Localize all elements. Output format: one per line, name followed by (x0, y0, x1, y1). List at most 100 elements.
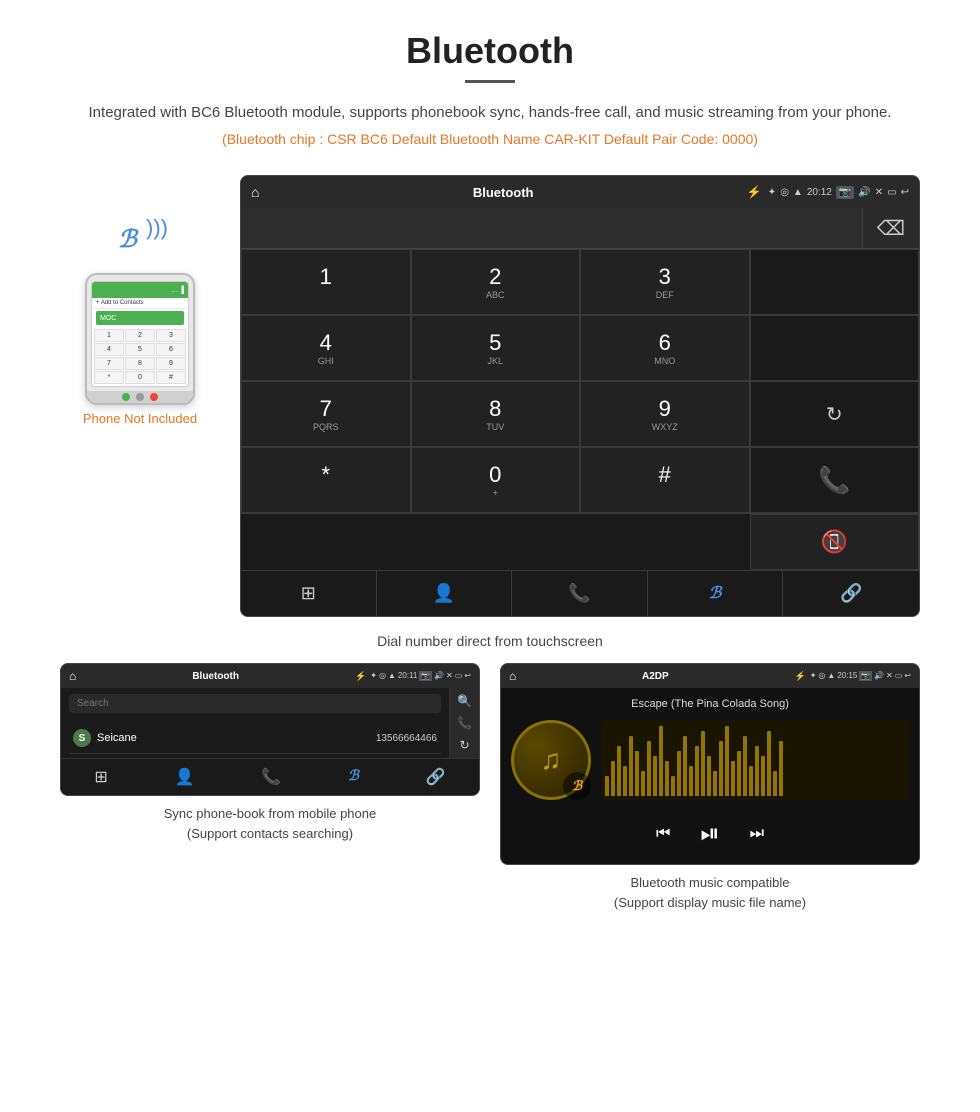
music-album-area: ♫ ℬ (511, 720, 909, 800)
key-reload-cell[interactable]: ↻ (750, 381, 920, 447)
pb-title: Bluetooth (80, 671, 351, 682)
phone-body: ... ▐ + Add to Contacts MOC 1 2 3 4 5 6 … (85, 273, 195, 405)
pb-loc-icon: ◎ (379, 671, 386, 681)
contact-number: 13566664466 (376, 733, 437, 744)
dial-bottom-bar: ⊞ 👤 📞 ℬ 🔗 (241, 570, 919, 616)
phone-key-3: 3 (156, 329, 186, 342)
phone-screen: ... ▐ + Add to Contacts MOC 1 2 3 4 5 6 … (91, 281, 189, 387)
dial-bluetooth-btn[interactable]: ℬ (648, 571, 784, 616)
phone-mockup-container: ℬ ))) ... ▐ + Add to Contacts MOC 1 2 3 … (60, 175, 220, 426)
dial-phone-btn[interactable]: 📞 (512, 571, 648, 616)
pb-link-btn[interactable]: 🔗 (426, 767, 446, 787)
phone-add-contact: + Add to Contacts (92, 298, 188, 309)
page-specs: (Bluetooth chip : CSR BC6 Default Blueto… (60, 131, 920, 147)
pb-home-icon: ⌂ (69, 669, 76, 683)
phonebook-search-bar[interactable] (69, 694, 441, 713)
music-loc-icon: ◎ (818, 671, 825, 681)
end-call-btn[interactable]: 📵 (750, 514, 920, 570)
phonebook-entry[interactable]: S Seicane 13566664466 (69, 723, 441, 754)
dial-keypad: 1 2 ABC 3 DEF 4 GHI 5 JKL 6 (241, 248, 919, 513)
music-vol-icon: 🔊 (874, 671, 884, 681)
phone-bottom-bar (87, 391, 193, 403)
phone-not-included-label: Phone Not Included (83, 411, 197, 426)
key-4[interactable]: 4 GHI (241, 315, 411, 381)
music-x-icon: ✕ (886, 671, 893, 681)
key-7[interactable]: 7 PQRS (241, 381, 411, 447)
pb-rect-icon: ▭ (455, 671, 463, 681)
dial-display (241, 208, 862, 248)
location-icon: ◎ (780, 187, 789, 198)
key-star[interactable]: * (241, 447, 411, 513)
phone-key-2: 2 (125, 329, 155, 342)
prev-btn[interactable]: ⏮ (656, 825, 670, 843)
dial-status-icons: ✦ ◎ ▲ 20:12 📷 🔊 ✕ ▭ ↩ (768, 186, 909, 199)
pb-person-btn[interactable]: 👤 (175, 767, 195, 787)
backspace-icon: ⌫ (877, 216, 905, 241)
music-home-icon: ⌂ (509, 669, 516, 683)
music-status-icons: ✦ ◎ ▲ 20:15 📷 🔊 ✕ ▭ ↩ (810, 671, 911, 681)
dial-home-icon: ⌂ (251, 184, 259, 200)
key-9[interactable]: 9 WXYZ (580, 381, 750, 447)
music-time: 20:15 (837, 671, 857, 681)
phone-key-star: * (94, 371, 124, 384)
phonebook-body: S Seicane 13566664466 🔍 📞 ↻ (61, 688, 479, 758)
dial-screen: ⌂ Bluetooth ⚡ ✦ ◎ ▲ 20:12 📷 🔊 ✕ ▭ ↩ ⌫ (240, 175, 920, 617)
phonebook-caption: Sync phone-book from mobile phone (Suppo… (164, 804, 376, 843)
digit-star: * (250, 462, 402, 488)
pb-bluetooth-btn[interactable]: ℬ (348, 767, 359, 787)
music-caption-main: Bluetooth music compatible (631, 875, 790, 890)
bluetooth-icon: ℬ (118, 225, 137, 254)
digit-2: 2 (420, 264, 572, 290)
digit-5: 5 (420, 330, 572, 356)
play-btn[interactable]: ⏯ (700, 820, 719, 848)
pb-side-reload-icon: ↻ (459, 738, 469, 752)
key-8[interactable]: 8 TUV (411, 381, 581, 447)
phone-key-8: 8 (125, 357, 155, 370)
key-1[interactable]: 1 (241, 249, 411, 315)
dial-contacts-btn[interactable]: 👤 (377, 571, 513, 616)
phone-key-1: 1 (94, 329, 124, 342)
key-0[interactable]: 0 + (411, 447, 581, 513)
music-back-icon: ↩ (904, 671, 911, 681)
music-caption-sub: (Support display music file name) (614, 895, 806, 910)
sub-9: WXYZ (589, 422, 741, 432)
pb-call-btn[interactable]: 📞 (261, 767, 281, 787)
dial-display-row: ⌫ (241, 208, 919, 248)
music-title: A2DP (520, 671, 790, 682)
pb-usb-icon: ⚡ (355, 671, 366, 682)
digit-1: 1 (250, 264, 402, 290)
music-usb-icon: ⚡ (794, 671, 805, 682)
pb-bt-icon: ✦ (370, 671, 377, 681)
key-5[interactable]: 5 JKL (411, 315, 581, 381)
sub-4: GHI (250, 356, 402, 366)
pb-grid-btn[interactable]: ⊞ (94, 767, 107, 787)
music-screen-item: ⌂ A2DP ⚡ ✦ ◎ ▲ 20:15 📷 🔊 ✕ ▭ ↩ Escape (T… (500, 663, 920, 912)
bt-gold-icon: ℬ (563, 772, 591, 800)
pb-time: 20:11 (398, 671, 417, 681)
phone-key-hash: # (156, 371, 186, 384)
title-divider (465, 80, 515, 83)
key-3[interactable]: 3 DEF (580, 249, 750, 315)
phone-key-7: 7 (94, 357, 124, 370)
dial-link-btn[interactable]: 🔗 (783, 571, 919, 616)
phone-screen-header: ... ▐ (92, 282, 188, 298)
sub-2: ABC (420, 290, 572, 300)
phonebook-bottom-bar: ⊞ 👤 📞 ℬ 🔗 (61, 758, 479, 795)
dial-grid-btn[interactable]: ⊞ (241, 571, 377, 616)
key-2[interactable]: 2 ABC (411, 249, 581, 315)
call-btn-green[interactable]: 📞 (750, 447, 920, 513)
digit-7: 7 (250, 396, 402, 422)
next-btn[interactable]: ⏭ (750, 825, 764, 843)
phone-header-dots: ... ▐ (171, 287, 184, 294)
phone-green-btn (122, 393, 130, 401)
backspace-cell[interactable]: ⌫ (862, 208, 919, 248)
page-header: Bluetooth Integrated with BC6 Bluetooth … (0, 0, 980, 175)
phonebook-search-input[interactable] (77, 698, 433, 709)
key-empty-r1 (750, 249, 920, 315)
key-hash[interactable]: # (580, 447, 750, 513)
sub-3: DEF (589, 290, 741, 300)
digit-hash: # (589, 462, 741, 488)
wifi-icon: ▲ (793, 187, 803, 198)
key-6[interactable]: 6 MNO (580, 315, 750, 381)
page-title: Bluetooth (60, 30, 920, 72)
